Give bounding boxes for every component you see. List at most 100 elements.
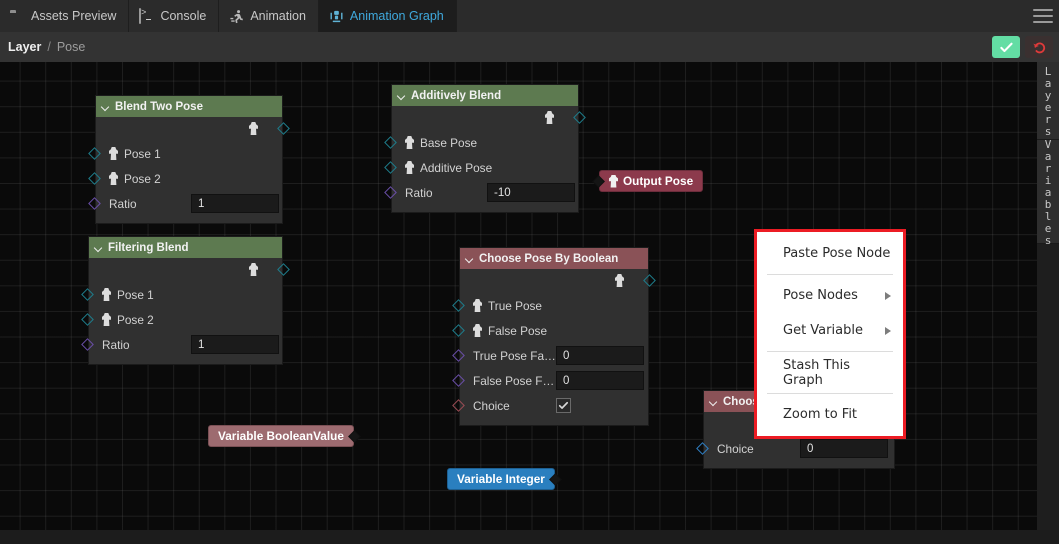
chevron-down-icon[interactable] bbox=[398, 92, 406, 100]
tab-animation-graph[interactable]: Animation Graph bbox=[318, 0, 457, 32]
context-menu[interactable]: Paste Pose Node Pose Nodes Get Variable … bbox=[754, 229, 906, 439]
input-port-false-pose-factor[interactable] bbox=[452, 374, 465, 387]
input-label: False Pose F… bbox=[473, 373, 555, 388]
hamburger-icon[interactable] bbox=[1033, 9, 1053, 23]
node-blend-two-pose[interactable]: Blend Two Pose Pose 1 Pose 2 Ratio 1 bbox=[88, 95, 290, 224]
node-header[interactable]: Filtering Blend bbox=[89, 237, 282, 258]
true-pose-factor-input[interactable]: 0 bbox=[556, 346, 644, 365]
input-port-false-pose[interactable] bbox=[452, 324, 465, 337]
chevron-down-icon[interactable] bbox=[102, 103, 110, 111]
context-menu-separator bbox=[767, 274, 893, 275]
input-label: Ratio bbox=[102, 337, 130, 352]
input-label: Pose 1 bbox=[117, 287, 154, 302]
pose-icon bbox=[473, 324, 482, 337]
pose-icon bbox=[473, 299, 482, 312]
context-menu-item-label: Get Variable bbox=[783, 323, 863, 338]
node-body: Pose 1 Pose 2 Ratio 1 bbox=[88, 117, 290, 223]
input-port-base-pose[interactable] bbox=[384, 136, 397, 149]
node-header[interactable]: Blend Two Pose bbox=[96, 96, 282, 117]
node-header[interactable]: Additively Blend bbox=[392, 85, 578, 106]
node-filtering-blend[interactable]: Filtering Blend Pose 1 Pose 2 Ratio 1 bbox=[81, 236, 290, 365]
output-port-pose[interactable] bbox=[573, 111, 586, 124]
pose-icon bbox=[615, 274, 624, 287]
node-title: Choose Pose By Boolean bbox=[479, 252, 619, 265]
pill-variable-booleanvalue[interactable]: Variable BooleanValue bbox=[208, 425, 361, 447]
dock-tab-label: Layers bbox=[1041, 64, 1055, 137]
tab-animation[interactable]: Animation bbox=[219, 0, 319, 32]
breadcrumb: Layer / Pose bbox=[0, 32, 1059, 62]
editor-tab-bar: Assets Preview Console Animation Animati… bbox=[0, 0, 1059, 32]
chevron-down-icon[interactable] bbox=[466, 255, 474, 263]
ratio-input[interactable]: 1 bbox=[191, 335, 279, 354]
input-port-pose-1[interactable] bbox=[88, 147, 101, 160]
input-port-choice[interactable] bbox=[452, 399, 465, 412]
node-additively-blend[interactable]: Additively Blend Base Pose Additive Pose bbox=[384, 84, 586, 213]
input-port-additive-pose[interactable] bbox=[384, 161, 397, 174]
breadcrumb-separator: / bbox=[47, 40, 51, 54]
choice-input[interactable]: 0 bbox=[800, 439, 888, 458]
node-input-row: Pose 1 bbox=[88, 141, 282, 166]
folder-icon bbox=[10, 9, 25, 24]
pose-icon bbox=[249, 122, 258, 135]
input-port-output-pose[interactable] bbox=[592, 175, 605, 188]
pose-icon bbox=[102, 288, 111, 301]
false-pose-factor-input[interactable]: 0 bbox=[556, 371, 644, 390]
input-label: False Pose bbox=[488, 323, 548, 338]
output-port-pose[interactable] bbox=[277, 263, 290, 276]
pill-label: Variable Integer bbox=[457, 472, 545, 486]
context-menu-separator bbox=[767, 393, 893, 394]
input-port-ratio[interactable] bbox=[88, 197, 101, 210]
pill-output-pose[interactable]: Output Pose bbox=[592, 170, 704, 192]
context-menu-item-stash-this-graph[interactable]: Stash This Graph bbox=[757, 355, 903, 390]
dock-tab-variables[interactable]: Variables bbox=[1037, 138, 1059, 246]
revert-icon bbox=[1032, 42, 1045, 53]
output-port-pose[interactable] bbox=[643, 274, 656, 287]
confirm-button[interactable] bbox=[992, 36, 1020, 58]
node-input-row: Additive Pose bbox=[384, 155, 578, 180]
chevron-down-icon[interactable] bbox=[95, 244, 103, 252]
input-label: Pose 2 bbox=[124, 171, 161, 186]
tab-assets-preview[interactable]: Assets Preview bbox=[0, 0, 130, 32]
ratio-input[interactable]: 1 bbox=[191, 194, 279, 213]
chevron-right-icon bbox=[885, 291, 891, 300]
input-port-pose-2[interactable] bbox=[88, 172, 101, 185]
node-title: Additively Blend bbox=[411, 89, 502, 102]
context-menu-item-pose-nodes[interactable]: Pose Nodes bbox=[757, 278, 903, 313]
input-port-ratio[interactable] bbox=[81, 338, 94, 351]
node-input-row: Choice bbox=[452, 393, 648, 418]
pill-variable-integer[interactable]: Variable Integer bbox=[447, 468, 562, 490]
chevron-down-icon[interactable] bbox=[710, 398, 718, 406]
context-menu-item-label: Stash This Graph bbox=[783, 357, 851, 388]
input-port-true-pose[interactable] bbox=[452, 299, 465, 312]
revert-button[interactable] bbox=[1025, 36, 1053, 58]
breadcrumb-root[interactable]: Layer bbox=[8, 40, 41, 54]
context-menu-item-zoom-to-fit[interactable]: Zoom to Fit bbox=[757, 397, 903, 432]
context-menu-item-label: Paste Pose Node bbox=[783, 246, 891, 261]
breadcrumb-leaf[interactable]: Pose bbox=[57, 40, 86, 54]
node-output-row bbox=[89, 258, 290, 282]
input-label: Ratio bbox=[109, 196, 137, 211]
dock-tab-layers[interactable]: Layers bbox=[1037, 62, 1059, 140]
output-port-pose[interactable] bbox=[277, 122, 290, 135]
context-menu-item-get-variable[interactable]: Get Variable bbox=[757, 313, 903, 348]
choice-checkbox[interactable] bbox=[556, 398, 571, 413]
tab-label: Assets Preview bbox=[31, 9, 117, 23]
context-menu-item-paste-pose-node[interactable]: Paste Pose Node bbox=[757, 236, 903, 271]
tab-label: Animation bbox=[250, 9, 306, 23]
input-port-pose-2[interactable] bbox=[81, 313, 94, 326]
output-port-integer[interactable] bbox=[549, 473, 562, 486]
input-port-choice[interactable] bbox=[696, 442, 709, 455]
node-input-row: Ratio -10 bbox=[384, 180, 578, 205]
ratio-input[interactable]: -10 bbox=[487, 183, 575, 202]
node-input-row: Pose 2 bbox=[88, 166, 282, 191]
graph-canvas[interactable]: Blend Two Pose Pose 1 Pose 2 Ratio 1 Fil… bbox=[0, 62, 1059, 544]
pose-icon bbox=[545, 111, 554, 124]
input-port-pose-1[interactable] bbox=[81, 288, 94, 301]
input-port-ratio[interactable] bbox=[384, 186, 397, 199]
input-port-true-pose-factor[interactable] bbox=[452, 349, 465, 362]
node-body: True Pose False Pose True Pose Fa… 0 Fal… bbox=[452, 269, 656, 425]
node-choose-pose-by-boolean[interactable]: Choose Pose By Boolean True Pose False P… bbox=[452, 247, 656, 426]
tab-console[interactable]: Console bbox=[129, 0, 220, 32]
node-header[interactable]: Choose Pose By Boolean bbox=[460, 248, 648, 269]
output-port-boolean[interactable] bbox=[348, 430, 361, 443]
